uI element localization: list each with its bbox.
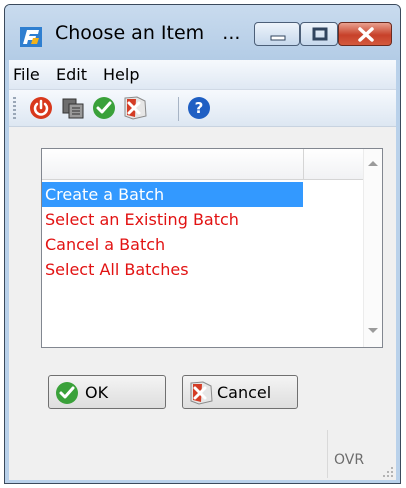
toolbar: ?	[9, 90, 396, 127]
ok-button[interactable]: OK	[48, 375, 166, 409]
cancel-icon[interactable]	[123, 96, 147, 120]
status-separator	[327, 430, 328, 478]
copy-icon[interactable]	[61, 96, 85, 120]
menu-edit[interactable]: Edit	[56, 65, 87, 84]
list-header	[42, 149, 365, 180]
cancel-icon	[190, 381, 213, 405]
window-title: Choose an Item ...	[55, 22, 241, 44]
cancel-button[interactable]: Cancel	[182, 375, 298, 409]
list-item[interactable]: Select All Batches	[42, 257, 365, 282]
power-icon[interactable]	[29, 96, 53, 120]
toolbar-separator	[178, 97, 179, 121]
title-overflow: ...	[222, 22, 241, 44]
close-button[interactable]	[338, 22, 392, 46]
cancel-label: Cancel	[217, 383, 272, 402]
svg-text:?: ?	[195, 99, 204, 117]
list-item[interactable]: Select an Existing Batch	[42, 207, 365, 232]
resize-grip-icon[interactable]	[382, 466, 394, 478]
check-icon	[56, 382, 78, 404]
list-item[interactable]: Cancel a Batch	[42, 232, 365, 257]
list-header-col-2[interactable]	[304, 149, 365, 179]
scroll-up-icon[interactable]	[368, 161, 378, 166]
menu-file[interactable]: File	[13, 65, 40, 84]
app-icon	[20, 27, 42, 47]
batch-list[interactable]: Create a Batch Select an Existing Batch …	[41, 148, 383, 348]
maximize-icon	[312, 27, 328, 41]
help-icon[interactable]: ?	[187, 96, 211, 120]
ok-label: OK	[85, 383, 109, 402]
menu-bar: File Edit Help	[9, 60, 396, 90]
check-icon[interactable]	[92, 96, 116, 120]
list-item[interactable]: Create a Batch	[42, 182, 303, 207]
title-bar[interactable]: Choose an Item ...	[5, 5, 400, 60]
list-rows: Create a Batch Select an Existing Batch …	[42, 182, 365, 282]
scroll-down-icon[interactable]	[368, 328, 378, 333]
menu-help[interactable]: Help	[103, 65, 139, 84]
overwrite-mode-indicator: OVR	[334, 452, 365, 468]
minimize-icon	[270, 35, 286, 41]
minimize-button[interactable]	[254, 22, 300, 46]
list-header-col-1[interactable]	[42, 149, 304, 179]
toolbar-grip[interactable]	[13, 97, 16, 121]
close-icon	[358, 27, 374, 42]
dialog-client: File Edit Help ? Create a Batch Select a…	[9, 60, 396, 480]
vertical-scrollbar[interactable]	[363, 149, 382, 347]
dialog-window: Choose an Item ... File Edit Help ? Crea…	[4, 4, 401, 484]
maximize-button[interactable]	[300, 22, 338, 46]
